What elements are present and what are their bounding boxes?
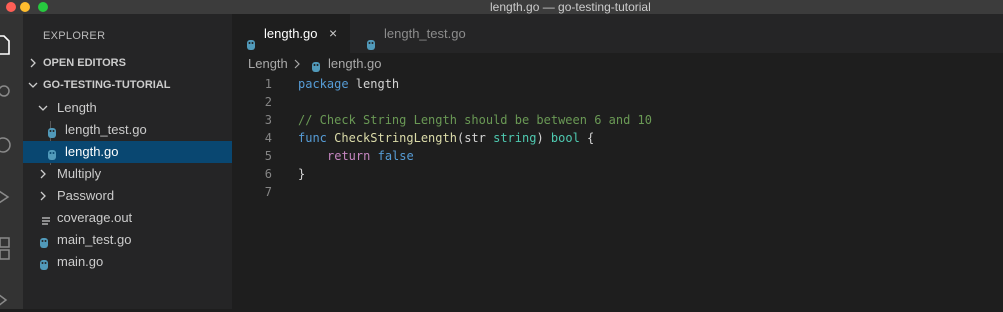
breadcrumb-file[interactable]: length.go — [328, 53, 382, 75]
tree-item-main-go[interactable]: main.go — [23, 251, 232, 273]
tree-item-label: coverage.out — [57, 210, 133, 225]
explorer-icon[interactable] — [0, 32, 23, 58]
code-editor[interactable]: 1 package length 2 3 // Check String Len… — [232, 75, 1003, 309]
close-tab-icon[interactable]: × — [329, 14, 337, 53]
tree-item-label: Length — [57, 100, 97, 115]
tree-item-password-folder[interactable]: Password — [23, 185, 232, 207]
breadcrumb-folder[interactable]: Length — [248, 53, 288, 75]
tab-label: length.go — [264, 26, 318, 41]
tree-item-multiply-folder[interactable]: Multiply — [23, 163, 232, 185]
tree-item-length-test-go[interactable]: length_test.go — [23, 119, 232, 141]
code-line: 3 // Check String Length should be betwe… — [232, 111, 1003, 129]
line-number: 1 — [264, 77, 272, 91]
line-number: 6 — [264, 167, 272, 181]
explorer-title: EXPLORER — [43, 30, 106, 42]
code-line: 7 — [232, 183, 1003, 201]
code-line: 6 } — [232, 165, 1003, 183]
project-label: GO-TESTING-TUTORIAL — [43, 79, 171, 91]
editor-tab-bar: length.go × length_test.go — [232, 14, 1003, 53]
tree-item-length-folder[interactable]: Length — [23, 97, 232, 119]
open-editors-section[interactable]: OPEN EDITORS — [23, 52, 232, 74]
code-text: func CheckStringLength(str string) bool … — [298, 131, 595, 145]
open-editors-label: OPEN EDITORS — [43, 57, 126, 69]
tab-length-go[interactable]: length.go × — [232, 14, 350, 53]
code-line: 5 return false — [232, 147, 1003, 165]
tree-item-label: length.go — [65, 144, 119, 159]
code-comment: // Check String Length should be between… — [298, 113, 653, 127]
debug-icon[interactable] — [0, 184, 23, 210]
tree-item-label: main_test.go — [57, 232, 132, 247]
search-icon[interactable] — [0, 80, 23, 106]
code-text: package length — [298, 77, 400, 91]
line-number: 4 — [264, 131, 272, 145]
tree-item-label: Multiply — [57, 166, 102, 181]
remote-icon[interactable] — [0, 286, 23, 312]
tree-item-length-go[interactable]: length.go — [23, 141, 232, 163]
activity-bar — [0, 14, 23, 309]
tree-item-label: main.go — [57, 254, 104, 269]
code-text: return false — [327, 149, 414, 163]
tab-label: length_test.go — [384, 26, 466, 41]
tree-item-main-test-go[interactable]: main_test.go — [23, 229, 232, 251]
project-section[interactable]: GO-TESTING-TUTORIAL — [23, 74, 232, 96]
tab-length-test-go[interactable]: length_test.go — [350, 14, 500, 53]
tree-item-coverage-out[interactable]: coverage.out — [23, 207, 232, 229]
breadcrumb: Length length.go — [232, 53, 1003, 75]
code-line: 4 func CheckStringLength(str string) boo… — [232, 129, 1003, 147]
line-number: 7 — [264, 185, 272, 199]
tree-item-label: length_test.go — [65, 122, 147, 137]
window-title: length.go — go-testing-tutorial — [490, 0, 651, 14]
code-text: } — [298, 167, 306, 181]
tree-item-label: Password — [57, 188, 115, 203]
go-file-icon — [39, 256, 49, 278]
code-line: 1 package length — [232, 75, 1003, 93]
explorer-sidebar: EXPLORER OPEN EDITORS GO-TESTING-TUTORIA… — [23, 14, 232, 309]
code-line: 2 — [232, 93, 1003, 111]
line-number: 2 — [264, 95, 272, 109]
source-control-icon[interactable] — [0, 132, 23, 158]
extensions-icon[interactable] — [0, 234, 23, 260]
line-number: 3 — [264, 113, 272, 127]
title-bar: length.go — go-testing-tutorial — [0, 0, 1003, 14]
line-number: 5 — [264, 149, 272, 163]
